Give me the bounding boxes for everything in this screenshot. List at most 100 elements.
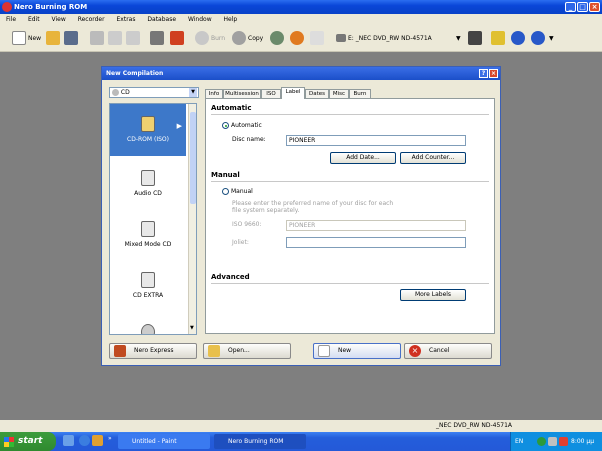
burn-toolbar-button[interactable]: Burn (195, 30, 225, 46)
add-date-button[interactable]: Add Date... (330, 152, 396, 164)
add-counter-button[interactable]: Add Counter... (400, 152, 466, 164)
disc-icon (141, 324, 155, 334)
manual-radio-label: Manual (231, 188, 253, 195)
menu-file[interactable]: File (6, 16, 16, 23)
menu-edit[interactable]: Edit (28, 16, 40, 23)
new-button[interactable]: New (313, 343, 401, 359)
help-dropdown-arrow-icon[interactable]: ▼ (549, 35, 554, 42)
recorder-select[interactable]: E: _NEC DVD_RW ND-4571A (336, 30, 432, 46)
disc-name-input[interactable]: PIONEER (286, 135, 466, 146)
manual-hint-text: Please enter the preferred name of your … (232, 200, 394, 214)
nero-logo-icon[interactable] (491, 31, 505, 45)
start-button[interactable]: start (0, 432, 56, 451)
security-alert-icon[interactable] (559, 437, 568, 446)
drive-icon (336, 34, 346, 42)
cancel-x-icon: × (409, 345, 421, 357)
system-tray: EN 8:00 μμ (510, 432, 602, 451)
menu-help[interactable]: Help (224, 16, 238, 23)
section-divider (211, 181, 489, 182)
audio-cd-icon (141, 170, 155, 186)
open-folder-icon (208, 345, 220, 357)
open-button[interactable]: Open... (203, 343, 291, 359)
list-item-more[interactable] (110, 318, 186, 334)
list-item-cd-extra[interactable]: CD EXTRA (110, 266, 186, 310)
tab-label[interactable]: Label (281, 87, 305, 99)
taskbar-item-nero[interactable]: Nero Burning ROM (214, 434, 306, 449)
automatic-radio-label: Automatic (231, 122, 262, 129)
info-disc-icon[interactable] (270, 31, 284, 45)
menu-database[interactable]: Database (147, 16, 176, 23)
manual-section-title: Manual (211, 171, 240, 179)
cd-extra-icon (141, 272, 155, 288)
scrollbar-thumb[interactable] (190, 112, 196, 204)
nero-express-button[interactable]: Nero Express (109, 343, 197, 359)
disc-name-label: Disc name: (232, 136, 266, 143)
manual-radio[interactable] (222, 188, 229, 195)
maximize-button[interactable]: □ (577, 2, 588, 12)
taskbar-item-paint[interactable]: Untitled - Paint (118, 434, 210, 449)
new-document-icon (318, 345, 330, 357)
about-info-icon[interactable] (511, 31, 525, 45)
write-compilation-icon[interactable] (150, 31, 164, 45)
minimize-button[interactable]: _ (565, 2, 576, 12)
cut-icon[interactable] (90, 31, 104, 45)
new-document-icon (12, 31, 26, 45)
burn-image-icon[interactable] (170, 31, 184, 45)
internet-explorer-icon[interactable] (79, 435, 90, 446)
paste-icon[interactable] (126, 31, 140, 45)
recorder-list-icon[interactable] (468, 31, 482, 45)
automatic-radio[interactable] (222, 122, 229, 129)
network-icon[interactable] (548, 437, 557, 446)
menu-recorder[interactable]: Recorder (78, 16, 105, 23)
window-title-bar: Nero Burning ROM _ □ × (0, 0, 602, 14)
label-tab-panel: Automatic Automatic Disc name: PIONEER A… (205, 98, 495, 334)
clock[interactable]: 8:00 μμ (571, 432, 594, 451)
tray-icon[interactable] (537, 437, 546, 446)
dialog-help-button[interactable]: ? (479, 69, 488, 78)
cancel-button[interactable]: × Cancel (404, 343, 492, 359)
disc-copy-icon (232, 31, 246, 45)
windows-logo-icon (4, 437, 14, 447)
mixed-mode-cd-icon (141, 221, 155, 237)
show-desktop-icon[interactable] (63, 435, 74, 446)
menu-bar: File Edit View Recorder Extras Database … (0, 14, 602, 26)
open-folder-icon[interactable] (46, 31, 60, 45)
nero-smart-icon[interactable] (290, 31, 304, 45)
language-indicator[interactable]: EN (515, 432, 523, 451)
list-item-mixed-mode-cd[interactable]: Mixed Mode CD (110, 215, 186, 259)
cd-icon (112, 89, 119, 96)
cd-rom-icon (141, 116, 155, 132)
iso-9660-label: ISO 9660: (232, 221, 262, 228)
list-item-audio-cd[interactable]: Audio CD (110, 164, 186, 208)
section-divider (211, 114, 489, 115)
scroll-down-icon[interactable]: ▼ (190, 325, 194, 331)
dialog-title-bar: New Compilation ? × (102, 67, 500, 80)
chevron-down-icon[interactable]: ▼ (189, 88, 197, 97)
iso-9660-input[interactable]: PIONEER (286, 220, 466, 231)
list-item-cd-rom-iso[interactable]: CD-ROM (ISO) ▶ (110, 104, 186, 156)
new-toolbar-button[interactable]: New (12, 30, 41, 46)
close-button[interactable]: × (589, 2, 600, 12)
joliet-input[interactable] (286, 237, 466, 248)
copy-toolbar-button[interactable]: Copy (232, 30, 263, 46)
nero-app-icon (2, 2, 12, 12)
dialog-close-button[interactable]: × (489, 69, 498, 78)
save-icon[interactable] (64, 31, 78, 45)
copy-icon[interactable] (108, 31, 122, 45)
media-player-icon[interactable] (92, 435, 103, 446)
menu-extras[interactable]: Extras (117, 16, 136, 23)
automatic-section-title: Automatic (211, 104, 252, 112)
taskbar: start » Untitled - Paint Nero Burning RO… (0, 432, 602, 451)
menu-window[interactable]: Window (188, 16, 212, 23)
list-scrollbar[interactable]: ▼ (188, 104, 196, 334)
drive-dropdown-arrow-icon[interactable]: ▼ (456, 35, 461, 42)
help-icon[interactable] (531, 31, 545, 45)
disc-type-select[interactable]: CD ▼ (109, 87, 199, 98)
quick-launch-chevron-icon[interactable]: » (108, 435, 112, 442)
more-labels-button[interactable]: More Labels (400, 289, 466, 301)
new-compilation-dialog: New Compilation ? × CD ▼ CD-ROM (ISO) ▶ … (101, 66, 501, 366)
document-icon[interactable] (310, 31, 324, 45)
menu-view[interactable]: View (52, 16, 66, 23)
disc-icon (195, 31, 209, 45)
status-drive-text: _NEC DVD_RW ND-4571A (436, 422, 513, 429)
